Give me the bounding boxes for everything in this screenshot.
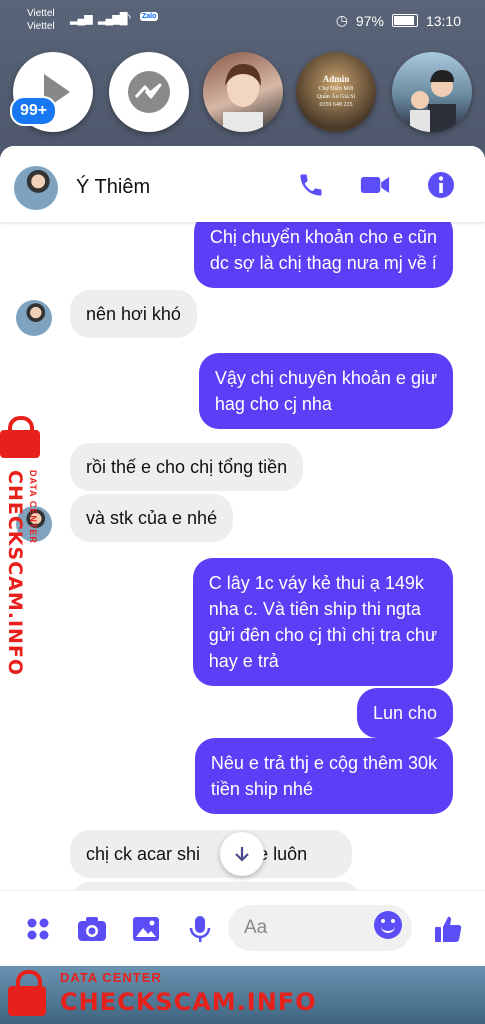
message-line: Lun cho: [372, 703, 437, 723]
video-camera-icon: [360, 177, 390, 193]
camera-icon: [78, 917, 106, 941]
carrier-2: Viettel: [27, 21, 55, 32]
chat-heads-row: Admin Chợ Điện Mới Quần Áo Giá Sỉ 0359 6…: [0, 50, 485, 140]
message-line: tiền ship nhé: [210, 779, 313, 799]
watermark-small: DATA CENTER: [60, 970, 162, 985]
chat-head-avatar-girl[interactable]: [203, 52, 283, 132]
signal-icon: ▂▄▆: [70, 13, 93, 25]
chat-head-messenger[interactable]: [109, 52, 189, 132]
sender-avatar: [16, 300, 52, 336]
message-outgoing[interactable]: Chị chuyển khoản cho e cũn dc sợ là chị …: [193, 222, 453, 288]
composer-bar: Aa: [0, 890, 485, 966]
chat-head-admin-shop[interactable]: Admin Chợ Điện Mới Quần Áo Giá Sỉ 0359 6…: [296, 52, 376, 132]
lock-icon: [8, 970, 46, 1016]
info-button[interactable]: [426, 170, 456, 200]
messenger-icon: [128, 71, 170, 113]
message-line: chị ck acar shi: [86, 844, 201, 864]
message-list[interactable]: Chị chuyển khoản cho e cũn dc sợ là chị …: [0, 222, 485, 890]
voice-message-button[interactable]: [184, 913, 216, 945]
phone-call-button[interactable]: [296, 170, 326, 200]
message-incoming-partial[interactable]: [70, 882, 362, 890]
message-line: nên hơi khó: [86, 304, 181, 324]
battery-icon: [391, 14, 418, 27]
info-icon: [428, 172, 454, 198]
carrier-1: Viettel: [27, 8, 55, 19]
footer-watermark: DATA CENTER CHECKSCAM.INFO: [0, 966, 485, 1024]
message-outgoing[interactable]: Lun cho: [356, 688, 453, 738]
message-line: dc sợ là chị thag nưa mj về í: [209, 253, 437, 273]
message-outgoing[interactable]: Vậy chị chuyên khoản e giư hag cho cj nh…: [198, 353, 453, 429]
zalo-notification-icon: Zalo: [140, 12, 159, 21]
thumbs-up-icon: [435, 916, 462, 942]
message-line: Chị chuyển khoản cho e cũn: [209, 227, 437, 247]
more-actions-button[interactable]: [22, 913, 54, 945]
message-line: nha c. Và tiên ship thi ngta: [208, 599, 421, 619]
message-outgoing[interactable]: C lây 1c váy kẻ thui ạ 149k nha c. Và ti…: [192, 558, 453, 686]
message-line: Vậy chị chuyên khoản e giư: [214, 368, 437, 388]
battery-percent: 97%: [355, 12, 384, 29]
contact-name[interactable]: Ý Thiêm: [76, 176, 150, 199]
avatar: [223, 64, 263, 132]
carrier-labels: Viettel Viettel: [27, 7, 55, 33]
wifi-icon: ◠: [120, 10, 132, 25]
image-icon: [133, 917, 159, 941]
admin-line-1: Chợ Điện Mới: [318, 86, 354, 92]
message-line: hag cho cj nha: [214, 394, 332, 414]
contact-avatar[interactable]: [14, 166, 58, 210]
chat-head-avatar-couple[interactable]: [392, 52, 472, 132]
admin-line-2: Quần Áo Giá Sỉ: [316, 94, 356, 100]
message-line: Nêu e trả thj e cộg thêm 30k: [210, 753, 437, 773]
clock: 13:10: [425, 12, 461, 29]
sender-avatar: [16, 506, 52, 542]
admin-shop-label: Admin Chợ Điện Mới Quần Áo Giá Sỉ 0359 6…: [317, 75, 356, 109]
arrow-down-icon: [235, 847, 249, 862]
scroll-to-bottom-button[interactable]: [220, 832, 264, 876]
status-bar: Viettel Viettel ▂▄▆ ▂▄▆█ ◠ Zalo ◷ 97% 13…: [0, 0, 485, 40]
watermark-big: CHECKSCAM.INFO: [60, 988, 317, 1016]
admin-phone: 0359 648 235: [319, 102, 353, 108]
message-incoming[interactable]: và stk của e nhé: [70, 494, 234, 542]
chat-header: Ý Thiêm: [0, 146, 485, 222]
message-incoming[interactable]: rồi thế e cho chị tổng tiền: [70, 443, 304, 491]
message-line: rồi thế e cho chị tổng tiền: [86, 457, 288, 477]
message-line: gửi đên cho cj thì chị tra chư: [208, 625, 437, 645]
message-incoming[interactable]: nên hơi khó: [70, 290, 197, 338]
camera-button[interactable]: [76, 913, 108, 945]
video-call-button[interactable]: [360, 170, 390, 200]
message-line: và stk của e nhé: [86, 508, 218, 528]
admin-title: Admin: [322, 74, 350, 84]
phone-icon: [300, 174, 322, 196]
message-line: hay e trả: [208, 651, 279, 671]
gallery-button[interactable]: [130, 913, 162, 945]
microphone-icon: [189, 916, 211, 942]
message-line: C lây 1c váy kẻ thui ạ 149k: [208, 573, 424, 593]
emoji-icon[interactable]: [374, 911, 402, 939]
message-incoming[interactable]: chị ck acar shi o e luôn: [70, 830, 352, 878]
unread-badge: 99+: [10, 96, 58, 126]
message-outgoing[interactable]: Nêu e trả thj e cộg thêm 30k tiền ship n…: [194, 738, 453, 814]
avatar: [410, 70, 456, 132]
four-dots-icon: [27, 918, 49, 940]
like-button[interactable]: [432, 913, 464, 945]
alarm-icon: ◷: [335, 12, 348, 28]
chat-window: Ý Thiêm Chị chuyển khoản cho e cũn dc sợ…: [0, 146, 485, 966]
